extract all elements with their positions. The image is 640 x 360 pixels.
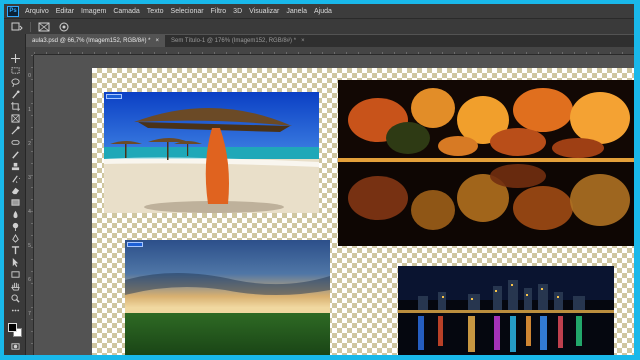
crop-tool-icon[interactable] xyxy=(9,102,21,111)
menu-item-visualizar[interactable]: Visualizar xyxy=(249,8,279,15)
tab-sem-titulo[interactable]: Sem Título-1 @ 176% (Imagem152, RGB/8#) … xyxy=(165,35,311,47)
marquee-tool-icon[interactable] xyxy=(9,66,21,75)
layer-badge xyxy=(106,94,122,99)
ruler-label: 7 xyxy=(28,311,31,317)
city-night-photo[interactable] xyxy=(398,266,614,355)
rectangle-tool-icon[interactable] xyxy=(9,270,21,279)
blur-tool-icon[interactable] xyxy=(9,210,21,219)
beach-umbrella-photo[interactable] xyxy=(104,92,319,213)
close-tab-icon[interactable]: × xyxy=(301,38,305,44)
autumn-lake-photo[interactable] xyxy=(338,80,634,246)
clone-stamp-tool-icon[interactable] xyxy=(9,162,21,171)
quick-mask-icon[interactable] xyxy=(9,342,21,351)
options-bar xyxy=(4,18,634,34)
quick-select-tool-icon[interactable] xyxy=(9,90,21,99)
more-tools-icon[interactable] xyxy=(9,306,21,315)
menu-item-selecionar[interactable]: Selecionar xyxy=(171,8,204,15)
menu-item-janela[interactable]: Janela xyxy=(286,8,307,15)
menu-item-arquivo[interactable]: Arquivo xyxy=(25,8,49,15)
eraser-tool-icon[interactable] xyxy=(9,186,21,195)
healing-brush-tool-icon[interactable] xyxy=(9,138,21,147)
tab-aula3[interactable]: aula3.psd @ 66,7% (Imagem152, RGB/8#) * … xyxy=(26,35,166,47)
history-brush-tool-icon[interactable] xyxy=(9,174,21,183)
zoom-tool-icon[interactable] xyxy=(9,294,21,303)
ruler-label: 4 xyxy=(28,209,31,215)
options-separator xyxy=(30,21,31,32)
frame-tool-icon[interactable] xyxy=(9,114,21,123)
ruler-label: 5 xyxy=(28,243,31,249)
eyedropper-tool-icon[interactable] xyxy=(9,126,21,135)
menu-bar: Ps Arquivo Editar Imagem Camada Texto Se… xyxy=(4,4,634,18)
tab-label: Sem Título-1 @ 176% (Imagem152, RGB/8#) … xyxy=(171,38,297,44)
ruler-corner xyxy=(26,47,34,55)
ruler-label: 1 xyxy=(28,107,31,113)
options-grid-icon[interactable] xyxy=(37,21,51,32)
layer-badge xyxy=(127,242,143,247)
menu-item-texto[interactable]: Texto xyxy=(147,8,164,15)
tools-panel xyxy=(4,34,26,355)
sunset-field-photo[interactable] xyxy=(125,240,330,355)
foreground-color-swatch[interactable] xyxy=(8,323,17,332)
photoshop-logo: Ps xyxy=(7,5,19,17)
options-target-icon[interactable] xyxy=(57,21,71,32)
menu-item-camada[interactable]: Camada xyxy=(113,8,139,15)
menu-item-ajuda[interactable]: Ajuda xyxy=(314,8,332,15)
hand-tool-icon[interactable] xyxy=(9,282,21,291)
menu-item-filtro[interactable]: Filtro xyxy=(211,8,227,15)
move-tool-icon[interactable] xyxy=(9,54,21,63)
menu-item-imagem[interactable]: Imagem xyxy=(81,8,106,15)
lasso-tool-icon[interactable] xyxy=(9,78,21,87)
type-tool-icon[interactable] xyxy=(9,246,21,255)
ruler-label: 2 xyxy=(28,141,31,147)
dodge-tool-icon[interactable] xyxy=(9,222,21,231)
menu-item-3d[interactable]: 3D xyxy=(233,8,242,15)
document-canvas[interactable] xyxy=(92,68,634,355)
options-arrow-icon[interactable] xyxy=(10,21,24,32)
photoshop-window: Ps Arquivo Editar Imagem Camada Texto Se… xyxy=(4,4,634,355)
ruler-label: 3 xyxy=(28,175,31,181)
close-tab-icon[interactable]: × xyxy=(156,38,160,44)
tab-label: aula3.psd @ 66,7% (Imagem152, RGB/8#) * xyxy=(32,38,151,44)
menu-item-editar[interactable]: Editar xyxy=(56,8,74,15)
horizontal-ruler[interactable] xyxy=(34,47,634,55)
gradient-tool-icon[interactable] xyxy=(9,198,21,207)
ruler-label: 0 xyxy=(28,73,31,79)
ruler-label: 6 xyxy=(28,277,31,283)
path-select-tool-icon[interactable] xyxy=(9,258,21,267)
vertical-ruler[interactable]: 0 1 2 3 4 5 6 7 xyxy=(26,55,34,355)
document-tabs: aula3.psd @ 66,7% (Imagem152, RGB/8#) * … xyxy=(26,35,634,47)
brush-tool-icon[interactable] xyxy=(9,150,21,159)
pen-tool-icon[interactable] xyxy=(9,234,21,243)
